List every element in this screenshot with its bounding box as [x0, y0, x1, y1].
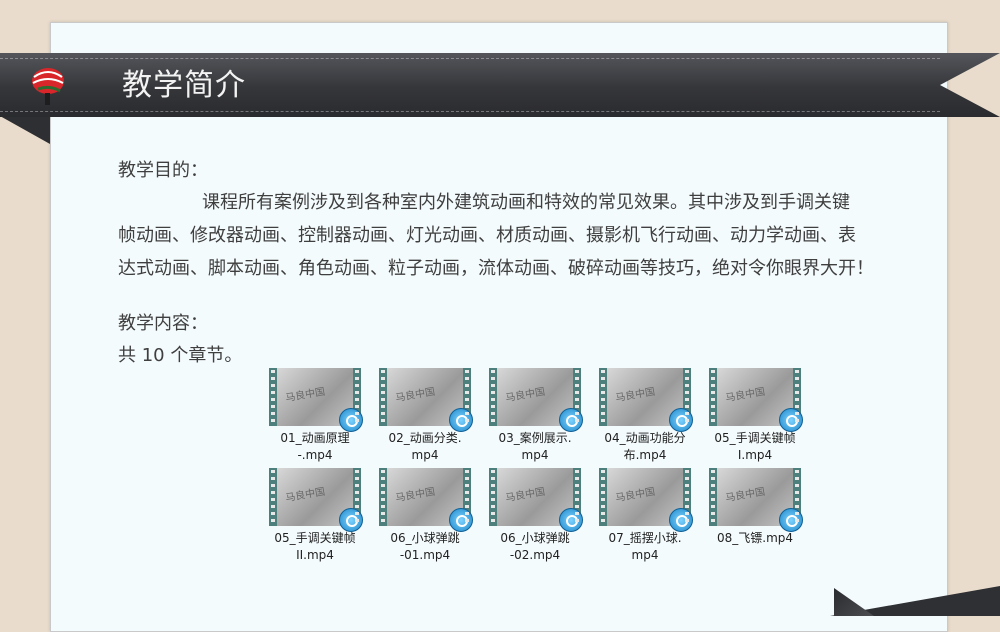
media-player-icon: [779, 508, 803, 532]
file-name: 04_动画功能分 布.mp4: [604, 431, 686, 462]
file-name: 03_案例展示. mp4: [498, 431, 572, 462]
media-player-icon: [669, 508, 693, 532]
objective-line-2: 帧动画、修改器动画、控制器动画、灯光动画、材质动画、摄影机飞行动画、动力学动画、…: [118, 225, 856, 246]
file-item[interactable]: 马良中国 06_小球弹跳 -01.mp4: [370, 468, 480, 564]
media-player-icon: [559, 508, 583, 532]
video-thumbnail-icon: 马良中国: [709, 468, 803, 532]
chapter-count: 共 10 个章节。: [118, 345, 243, 366]
page-title: 教学简介: [122, 68, 246, 103]
video-thumbnail-icon: 马良中国: [269, 468, 363, 532]
media-player-icon: [559, 408, 583, 432]
file-item[interactable]: 马良中国 06_小球弹跳 -02.mp4: [480, 468, 590, 564]
objective-label: 教学目的：: [118, 160, 208, 181]
video-thumbnail-icon: 马良中国: [709, 368, 803, 432]
video-thumbnail-icon: 马良中国: [269, 368, 363, 432]
file-item[interactable]: 马良中国 08_飞镖.mp4: [700, 468, 810, 564]
ribbon-fold-left: [0, 116, 50, 144]
media-player-icon: [779, 408, 803, 432]
video-file-grid: 马良中国 01_动画原理 -.mp4 马良中国 02_动画分类. mp4 马良中国 …: [260, 368, 820, 568]
file-name: 01_动画原理 -.mp4: [280, 431, 350, 462]
file-item[interactable]: 马良中国 07_摇摆小球. mp4: [590, 468, 700, 564]
brand-logo-icon: [32, 68, 64, 105]
media-player-icon: [339, 408, 363, 432]
file-name: 05_手调关键帧 II.mp4: [274, 531, 356, 562]
file-name: 06_小球弹跳 -02.mp4: [500, 531, 570, 562]
video-thumbnail-icon: 马良中国: [599, 368, 693, 432]
media-player-icon: [339, 508, 363, 532]
file-name: 06_小球弹跳 -01.mp4: [390, 531, 460, 562]
media-player-icon: [449, 508, 473, 532]
video-thumbnail-icon: 马良中国: [379, 368, 473, 432]
objective-line-1: 课程所有案例涉及到各种室内外建筑动画和特效的常见效果。其中涉及到手调关键: [202, 192, 850, 213]
file-name: 02_动画分类. mp4: [388, 431, 462, 462]
objective-paragraph: 课程所有案例涉及到各种室内外建筑动画和特效的常见效果。其中涉及到手调关键 帧动画…: [118, 186, 918, 285]
content-label: 教学内容：: [118, 313, 208, 334]
media-player-icon: [669, 408, 693, 432]
file-name: 08_飞镖.mp4: [716, 531, 794, 545]
file-item[interactable]: 马良中国 01_动画原理 -.mp4: [260, 368, 370, 464]
video-thumbnail-icon: 马良中国: [599, 468, 693, 532]
file-item[interactable]: 马良中国 05_手调关键帧 I.mp4: [700, 368, 810, 464]
file-item[interactable]: 马良中国 03_案例展示. mp4: [480, 368, 590, 464]
video-thumbnail-icon: 马良中国: [379, 468, 473, 532]
file-item[interactable]: 马良中国 04_动画功能分 布.mp4: [590, 368, 700, 464]
file-item[interactable]: 马良中国 02_动画分类. mp4: [370, 368, 480, 464]
video-thumbnail-icon: 马良中国: [489, 368, 583, 432]
file-name: 05_手调关键帧 I.mp4: [714, 431, 796, 462]
objective-line-3: 达式动画、脚本动画、角色动画、粒子动画，流体动画、破碎动画等技巧，绝对令你眼界大…: [118, 258, 874, 279]
file-name: 07_摇摆小球. mp4: [608, 531, 682, 562]
media-player-icon: [449, 408, 473, 432]
file-item[interactable]: 马良中国 05_手调关键帧 II.mp4: [260, 468, 370, 564]
video-thumbnail-icon: 马良中国: [489, 468, 583, 532]
